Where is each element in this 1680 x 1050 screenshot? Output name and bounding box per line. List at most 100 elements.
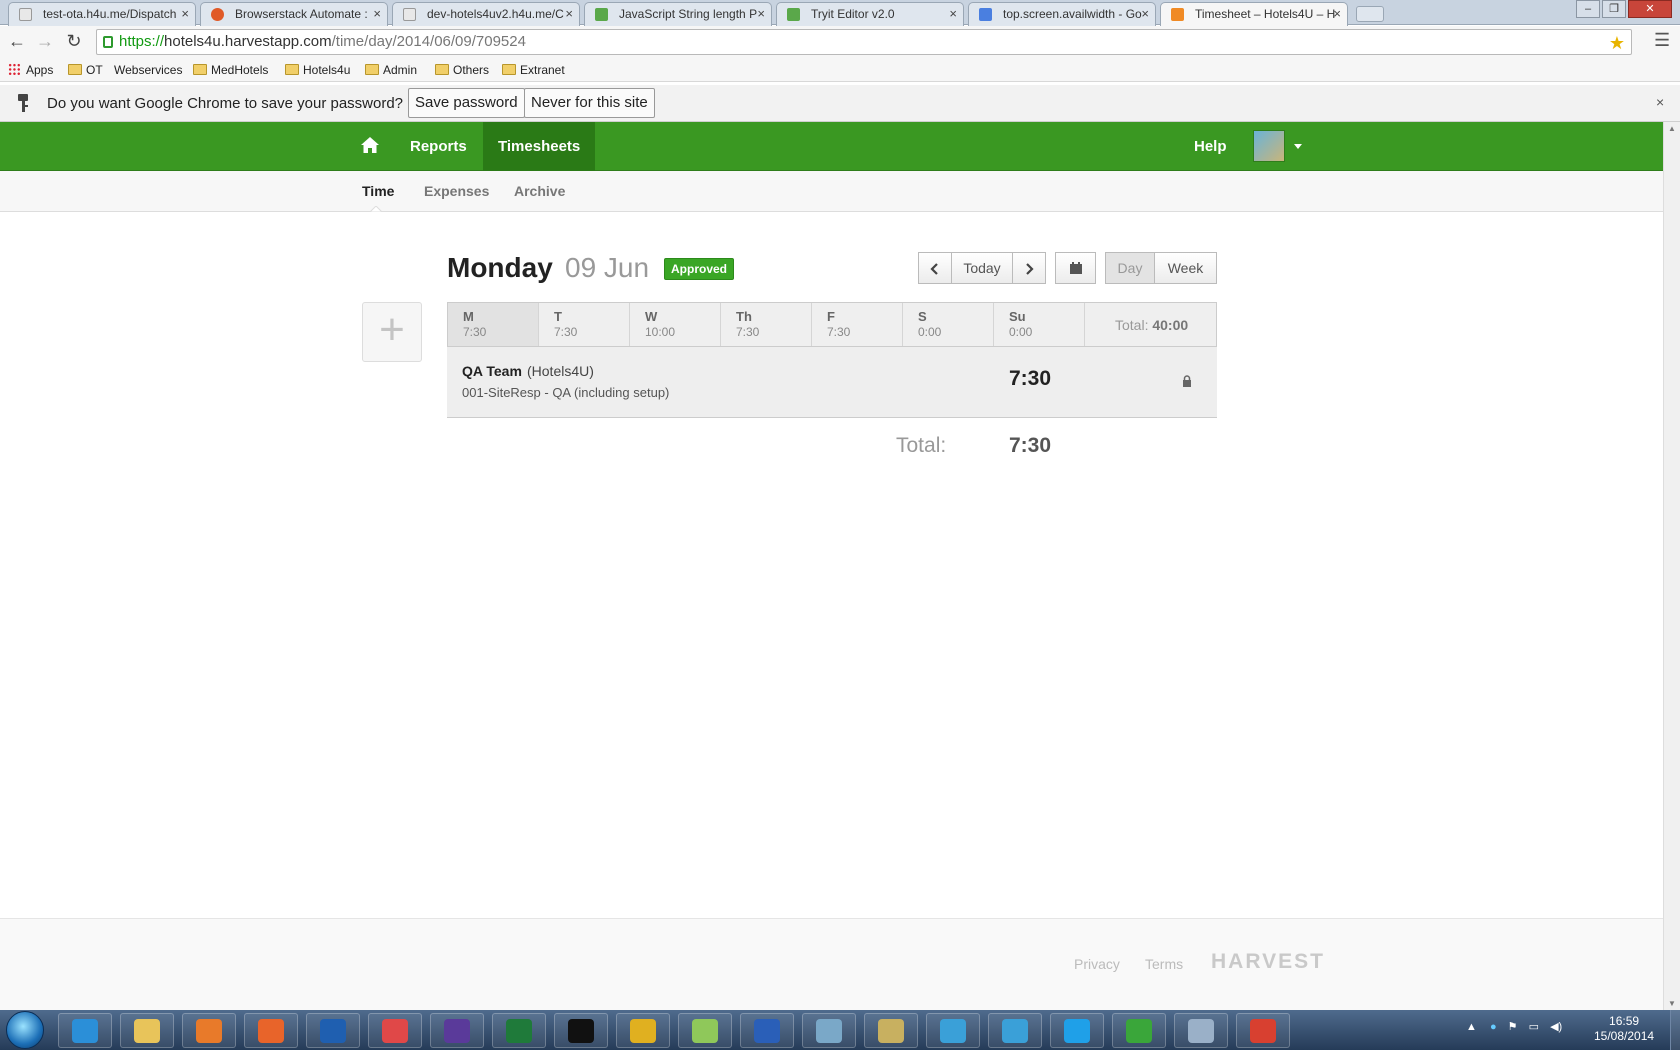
terms-link[interactable]: Terms — [1145, 956, 1183, 972]
calculator-icon — [1188, 1019, 1214, 1043]
excel-icon — [506, 1019, 532, 1043]
address-bar[interactable]: https://hotels4u.harvestapp.com/time/day… — [96, 29, 1632, 55]
day-monday[interactable]: M 7:30 — [448, 303, 539, 346]
bookmark-folder-extranet[interactable]: Extranet — [500, 61, 565, 79]
taskbar-app-button[interactable] — [1174, 1013, 1228, 1048]
system-clock[interactable]: 16:59 15/08/2014 — [1594, 1014, 1654, 1044]
tab-time[interactable]: Time — [362, 183, 394, 199]
scroll-up-icon[interactable]: ▲ — [1668, 124, 1676, 133]
bookmark-webservices[interactable]: Webservices — [106, 61, 182, 79]
tray-expand-icon[interactable]: ▲ — [1466, 1021, 1477, 1033]
page-footer: Privacy Terms HARVEST — [0, 918, 1663, 1010]
day-sunday[interactable]: Su 0:00 — [994, 303, 1085, 346]
browser-tab[interactable]: dev-hotels4uv2.h4u.me/C × — [392, 2, 580, 26]
taskbar-app-button[interactable] — [430, 1013, 484, 1048]
taskbar-app-button[interactable] — [120, 1013, 174, 1048]
browser-tab[interactable]: JavaScript String length P × — [584, 2, 772, 26]
volume-icon[interactable]: ◀) — [1550, 1021, 1562, 1033]
nav-timesheets[interactable]: Timesheets — [483, 122, 596, 171]
close-tab-icon[interactable]: × — [949, 3, 957, 25]
browser-tab-active[interactable]: Timesheet – Hotels4U – H × — [1160, 2, 1348, 26]
close-tab-icon[interactable]: × — [1141, 3, 1149, 25]
browser-tab[interactable]: top.screen.availwidth - Go × — [968, 2, 1156, 26]
day-friday[interactable]: F 7:30 — [812, 303, 903, 346]
close-tab-icon[interactable]: × — [757, 3, 765, 25]
bookmark-folder-ot[interactable]: OT — [66, 61, 103, 79]
start-button[interactable] — [6, 1011, 44, 1049]
bookmark-folder-medhotels[interactable]: MedHotels — [191, 61, 268, 79]
flag-icon[interactable]: ⚑ — [1508, 1021, 1518, 1033]
week-view-button[interactable]: Week — [1154, 252, 1217, 284]
day-tuesday[interactable]: T 7:30 — [539, 303, 630, 346]
page-scrollbar[interactable]: ▲ ▼ — [1663, 122, 1680, 1010]
taskbar-app-button[interactable] — [678, 1013, 732, 1048]
taskbar-app-button[interactable] — [988, 1013, 1042, 1048]
avatar[interactable] — [1253, 130, 1285, 162]
taskbar-app-button[interactable] — [802, 1013, 856, 1048]
close-infobar-icon[interactable]: × — [1656, 94, 1664, 110]
restore-button[interactable]: ❐ — [1602, 0, 1626, 18]
previous-day-button[interactable] — [918, 252, 952, 284]
sync-icon — [1126, 1019, 1152, 1043]
chevron-down-icon[interactable] — [1294, 144, 1302, 149]
bookmark-folder-others[interactable]: Others — [433, 61, 489, 79]
forward-arrow-icon[interactable]: → — [34, 30, 56, 52]
new-tab-button[interactable] — [1356, 6, 1384, 22]
page-title: Monday — [447, 252, 553, 283]
tab-expenses[interactable]: Expenses — [424, 183, 489, 199]
back-arrow-icon[interactable]: ← — [6, 30, 28, 52]
reload-icon[interactable]: ↻ — [63, 30, 85, 52]
taskbar-app-button[interactable] — [492, 1013, 546, 1048]
calendar-button[interactable] — [1055, 252, 1096, 284]
bookmark-folder-hotels4u[interactable]: Hotels4u — [283, 61, 350, 79]
taskbar-app-button[interactable] — [740, 1013, 794, 1048]
taskbar-app-button[interactable] — [58, 1013, 112, 1048]
monitor-icon[interactable]: ▭ — [1529, 1021, 1539, 1033]
close-tab-icon[interactable]: × — [181, 3, 189, 25]
taskbar-app-button[interactable] — [244, 1013, 298, 1048]
taskbar-app-button[interactable] — [616, 1013, 670, 1048]
taskbar-app-button[interactable] — [864, 1013, 918, 1048]
tab-archive[interactable]: Archive — [514, 183, 565, 199]
home-icon[interactable] — [360, 135, 380, 155]
add-entry-button[interactable]: + — [362, 302, 422, 362]
taskbar-app-button[interactable] — [926, 1013, 980, 1048]
save-password-infobar: Do you want Google Chrome to save your p… — [0, 85, 1680, 122]
today-button[interactable]: Today — [951, 252, 1013, 284]
never-save-button[interactable]: Never for this site — [524, 88, 655, 118]
day-thursday[interactable]: Th 7:30 — [721, 303, 812, 346]
taskbar-app-button[interactable] — [1236, 1013, 1290, 1048]
network-app-icon[interactable]: ● — [1490, 1021, 1497, 1033]
day-wednesday[interactable]: W 10:00 — [630, 303, 721, 346]
taskbar-app-button[interactable] — [182, 1013, 236, 1048]
bookmark-folder-admin[interactable]: Admin — [363, 61, 417, 79]
day-saturday[interactable]: S 0:00 — [903, 303, 994, 346]
close-window-button[interactable]: ✕ — [1628, 0, 1672, 18]
scroll-down-icon[interactable]: ▼ — [1668, 999, 1676, 1008]
save-password-button[interactable]: Save password — [408, 88, 525, 118]
taskbar-app-button[interactable] — [1112, 1013, 1166, 1048]
key-icon — [18, 94, 28, 112]
day-view-button[interactable]: Day — [1105, 252, 1155, 284]
browser-tab[interactable]: Browserstack Automate : × — [200, 2, 388, 26]
minimize-button[interactable]: – — [1576, 0, 1600, 18]
browser-tab[interactable]: test-ota.h4u.me/Dispatch × — [8, 2, 196, 26]
help-link[interactable]: Help — [1194, 122, 1227, 171]
bookmark-star-icon[interactable]: ★ — [1609, 31, 1625, 55]
folder-icon — [435, 64, 449, 75]
privacy-link[interactable]: Privacy — [1074, 956, 1120, 972]
taskbar-app-button[interactable] — [306, 1013, 360, 1048]
bookmark-apps[interactable]: Apps — [6, 61, 53, 79]
taskbar-app-button[interactable] — [1050, 1013, 1104, 1048]
close-tab-icon[interactable]: × — [1333, 3, 1341, 25]
taskbar-app-button[interactable] — [554, 1013, 608, 1048]
menu-icon[interactable]: ☰ — [1654, 30, 1670, 51]
nav-reports[interactable]: Reports — [395, 122, 482, 171]
close-tab-icon[interactable]: × — [565, 3, 573, 25]
show-desktop-button[interactable] — [1670, 1010, 1680, 1050]
time-entry-row[interactable]: QA Team (Hotels4U) 001-SiteResp - QA (in… — [447, 347, 1217, 418]
close-tab-icon[interactable]: × — [373, 3, 381, 25]
browser-tab[interactable]: Tryit Editor v2.0 × — [776, 2, 964, 26]
next-day-button[interactable] — [1012, 252, 1046, 284]
taskbar-app-button[interactable] — [368, 1013, 422, 1048]
